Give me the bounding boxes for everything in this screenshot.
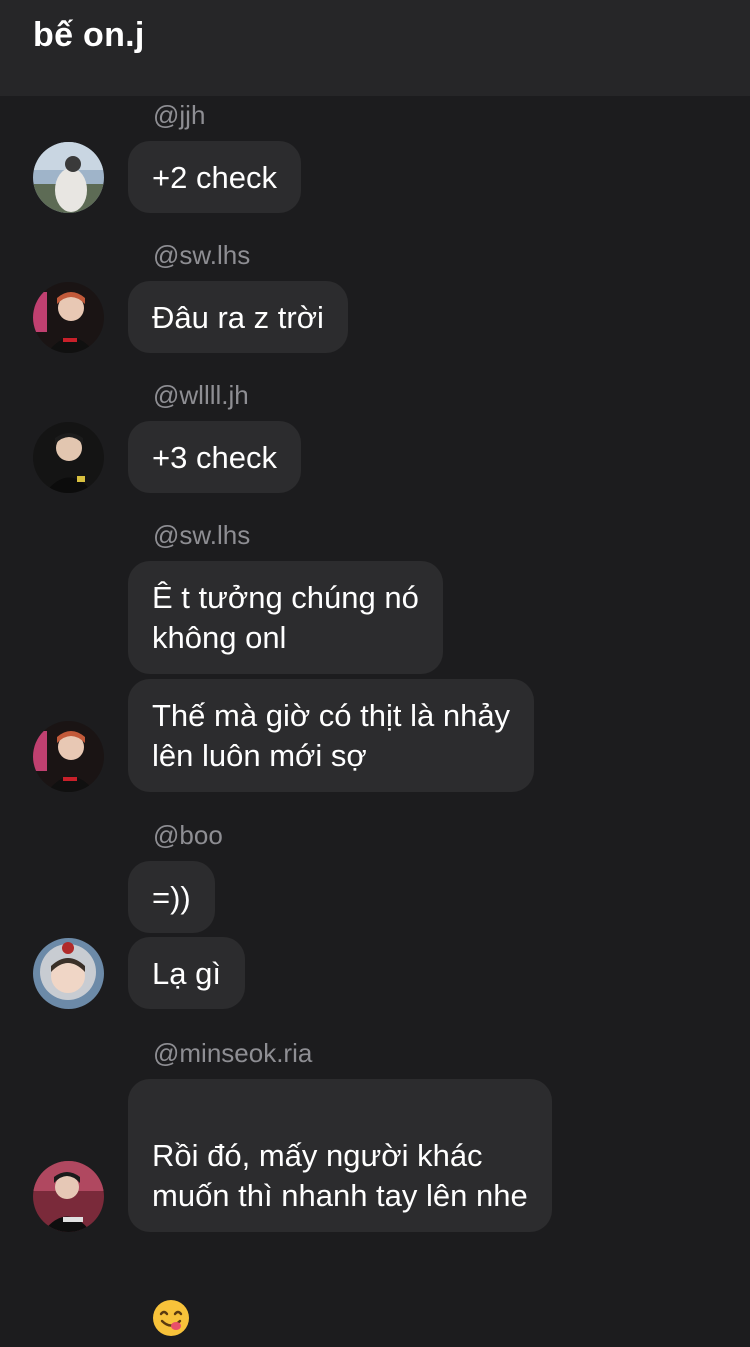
avatar[interactable]	[33, 938, 104, 1009]
message-bubble[interactable]: Lạ gì	[128, 937, 245, 1009]
message-username[interactable]: @wllll.jh	[153, 380, 249, 411]
message-bubble[interactable]: Đâu ra z trời	[128, 281, 348, 353]
avatar[interactable]	[33, 1161, 104, 1232]
message-username[interactable]: @minseok.ria	[153, 1038, 312, 1069]
avatar[interactable]	[33, 422, 104, 493]
message-bubble[interactable]: Ê t tưởng chúng nó không onl	[128, 561, 443, 674]
face-savoring-food-emoji	[152, 1259, 190, 1336]
avatar[interactable]	[33, 142, 104, 213]
message-bubble[interactable]: +3 check	[128, 421, 301, 493]
avatar[interactable]	[33, 721, 104, 792]
message-username[interactable]: @boo	[153, 820, 223, 851]
chat-title[interactable]: bế on.j	[33, 16, 145, 55]
message-username[interactable]: @sw.lhs	[153, 240, 250, 271]
avatar[interactable]	[33, 282, 104, 353]
message-username[interactable]: @sw.lhs	[153, 520, 250, 551]
message-bubble[interactable]: +2 check	[128, 141, 301, 213]
message-bubble[interactable]: Rồi đó, mấy người khác muốn thì nhanh ta…	[128, 1079, 552, 1336]
chat-header: bế on.j	[0, 0, 750, 96]
message-text: Rồi đó, mấy người khác muốn thì nhanh ta…	[152, 1138, 528, 1213]
message-username[interactable]: @jjh	[153, 100, 205, 131]
message-bubble[interactable]: Thế mà giờ có thịt là nhảy lên luôn mới …	[128, 679, 535, 792]
message-bubble[interactable]: =))	[128, 861, 215, 933]
